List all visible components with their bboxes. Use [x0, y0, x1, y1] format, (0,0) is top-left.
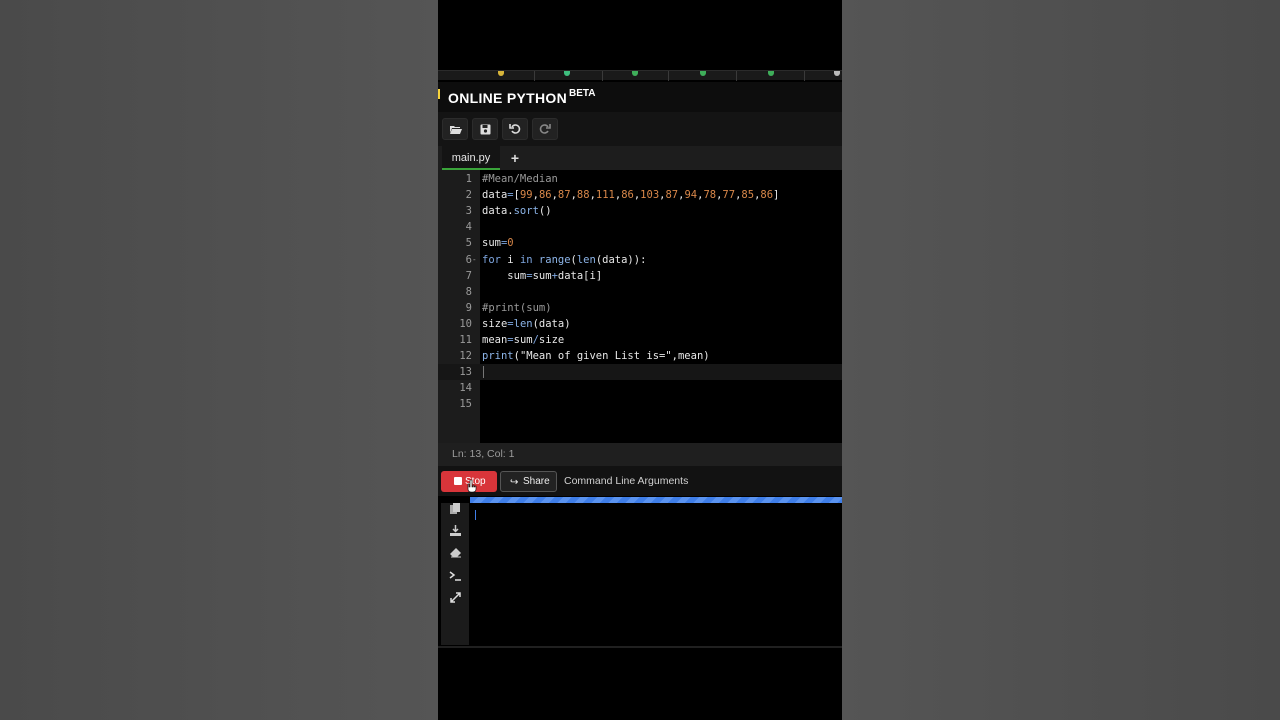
code-text: data=[99,86,87,88,111,86,103,87,94,78,77… — [482, 189, 780, 202]
running-progress-bar — [470, 497, 842, 503]
line-number: 3 — [465, 205, 472, 218]
fold-toggle-icon[interactable]: - — [473, 252, 479, 268]
terminal-icon — [449, 568, 461, 586]
code-text: #Mean/Median — [482, 173, 558, 185]
redo-icon — [539, 123, 551, 135]
code-line[interactable]: 5 sum=0 — [438, 235, 842, 251]
code-line[interactable]: 6- for i in range(len(data)): — [438, 252, 842, 268]
code-line[interactable]: 4 — [438, 219, 842, 235]
console-toolbar — [441, 503, 469, 645]
line-number: 12 — [459, 350, 472, 363]
tab-divider — [668, 71, 669, 81]
editor-caret — [483, 366, 484, 379]
code-text: print("Mean of given List is=",mean) — [482, 350, 710, 363]
hand-cursor-icon — [467, 479, 477, 493]
tab-favicon — [834, 71, 840, 76]
code-text: sum=0 — [482, 237, 514, 250]
browser-tab-strip — [438, 70, 842, 81]
code-line[interactable]: 8 — [438, 284, 842, 300]
code-text: data.sort() — [482, 205, 552, 218]
code-text: sum=sum+data[i] — [482, 269, 603, 282]
open-file-button[interactable] — [442, 118, 468, 140]
expand-console-button[interactable] — [448, 592, 462, 606]
tab-favicon — [498, 71, 504, 76]
beta-badge: BETA — [569, 88, 596, 99]
line-number: 8 — [465, 285, 472, 298]
share-icon: ↪ — [510, 477, 519, 488]
code-line[interactable]: 3 data.sort() — [438, 203, 842, 219]
command-line-arguments-link[interactable]: Command Line Arguments — [564, 471, 688, 492]
line-number: 10 — [459, 317, 472, 330]
code-line[interactable]: 1 #Mean/Median — [438, 171, 842, 187]
run-bar: Stop ↪ Share Command Line Arguments — [438, 466, 842, 496]
code-line[interactable]: 13 — [438, 364, 842, 381]
bottom-divider — [438, 646, 842, 648]
line-number: 1 — [465, 173, 472, 185]
line-number: 13 — [459, 366, 472, 379]
tab-divider — [534, 71, 535, 81]
tab-main-py[interactable]: main.py — [442, 146, 500, 170]
line-number: 4 — [465, 221, 472, 234]
cursor-position-status: Ln: 13, Col: 1 — [438, 443, 842, 466]
code-line[interactable]: 14 — [438, 380, 842, 396]
stop-button[interactable]: Stop — [441, 471, 497, 493]
code-line[interactable]: 9 #print(sum) — [438, 300, 842, 316]
app-frame: ONLINE PYTHON BETA main.py + 1 #Mean/Med… — [438, 0, 842, 720]
expand-icon — [449, 590, 461, 608]
copy-icon — [450, 501, 460, 519]
output-console[interactable] — [438, 496, 842, 646]
code-text: #print(sum) — [482, 301, 552, 314]
video-letterbox-right — [842, 0, 1280, 720]
tab-favicon — [632, 71, 638, 76]
tab-divider — [736, 71, 737, 81]
tab-favicon — [768, 71, 774, 76]
download-icon — [449, 523, 461, 541]
line-number: 11 — [459, 334, 472, 346]
download-output-button[interactable] — [448, 525, 462, 539]
code-editor[interactable]: 1 #Mean/Median 2 data=[99,86,87,88,111,86,1… — [438, 170, 842, 443]
brand-accent-bar — [438, 89, 440, 99]
tab-divider — [602, 71, 603, 81]
file-tabs: main.py + — [438, 146, 842, 170]
line-number: 6 — [465, 253, 472, 266]
save-icon — [480, 124, 491, 135]
line-number: 5 — [465, 237, 472, 250]
app-title: ONLINE PYTHON — [448, 90, 568, 106]
video-letterbox-left — [0, 0, 438, 720]
editor-toolbar — [438, 112, 842, 146]
terminal-button[interactable] — [448, 570, 462, 584]
line-number: 9 — [465, 301, 472, 314]
share-button[interactable]: ↪ Share — [500, 471, 557, 492]
eraser-icon — [449, 545, 461, 563]
code-text: size=len(data) — [482, 317, 571, 330]
tab-favicon — [700, 71, 706, 76]
tab-favicon — [564, 71, 570, 76]
code-line[interactable]: 12 print("Mean of given List is=",mean) — [438, 348, 842, 364]
code-line[interactable]: 7 sum=sum+data[i] — [438, 268, 842, 284]
line-number: 14 — [459, 382, 472, 395]
folder-open-icon — [449, 124, 462, 135]
line-number: 7 — [465, 269, 472, 282]
undo-button[interactable] — [502, 118, 528, 140]
clear-output-button[interactable] — [448, 547, 462, 561]
code-text: for i in range(len(data)): — [482, 253, 647, 266]
redo-button[interactable] — [532, 118, 558, 140]
line-number: 2 — [465, 189, 472, 202]
tab-divider — [804, 71, 805, 81]
code-line[interactable]: 15 — [438, 396, 842, 412]
line-number: 15 — [459, 398, 472, 411]
add-file-button[interactable]: + — [508, 148, 522, 168]
stop-icon — [454, 477, 462, 485]
save-button[interactable] — [472, 118, 498, 140]
undo-icon — [509, 123, 521, 135]
code-line[interactable]: 2 data=[99,86,87,88,111,86,103,87,94,78,7… — [438, 187, 842, 203]
code-line[interactable]: 11 mean=sum/size — [438, 332, 842, 348]
copy-output-button[interactable] — [448, 503, 462, 517]
code-text: mean=sum/size — [482, 334, 565, 346]
app-header: ONLINE PYTHON BETA — [438, 82, 842, 112]
share-label: Share — [523, 476, 550, 487]
code-line[interactable]: 10 size=len(data) — [438, 316, 842, 332]
console-caret — [475, 510, 476, 520]
